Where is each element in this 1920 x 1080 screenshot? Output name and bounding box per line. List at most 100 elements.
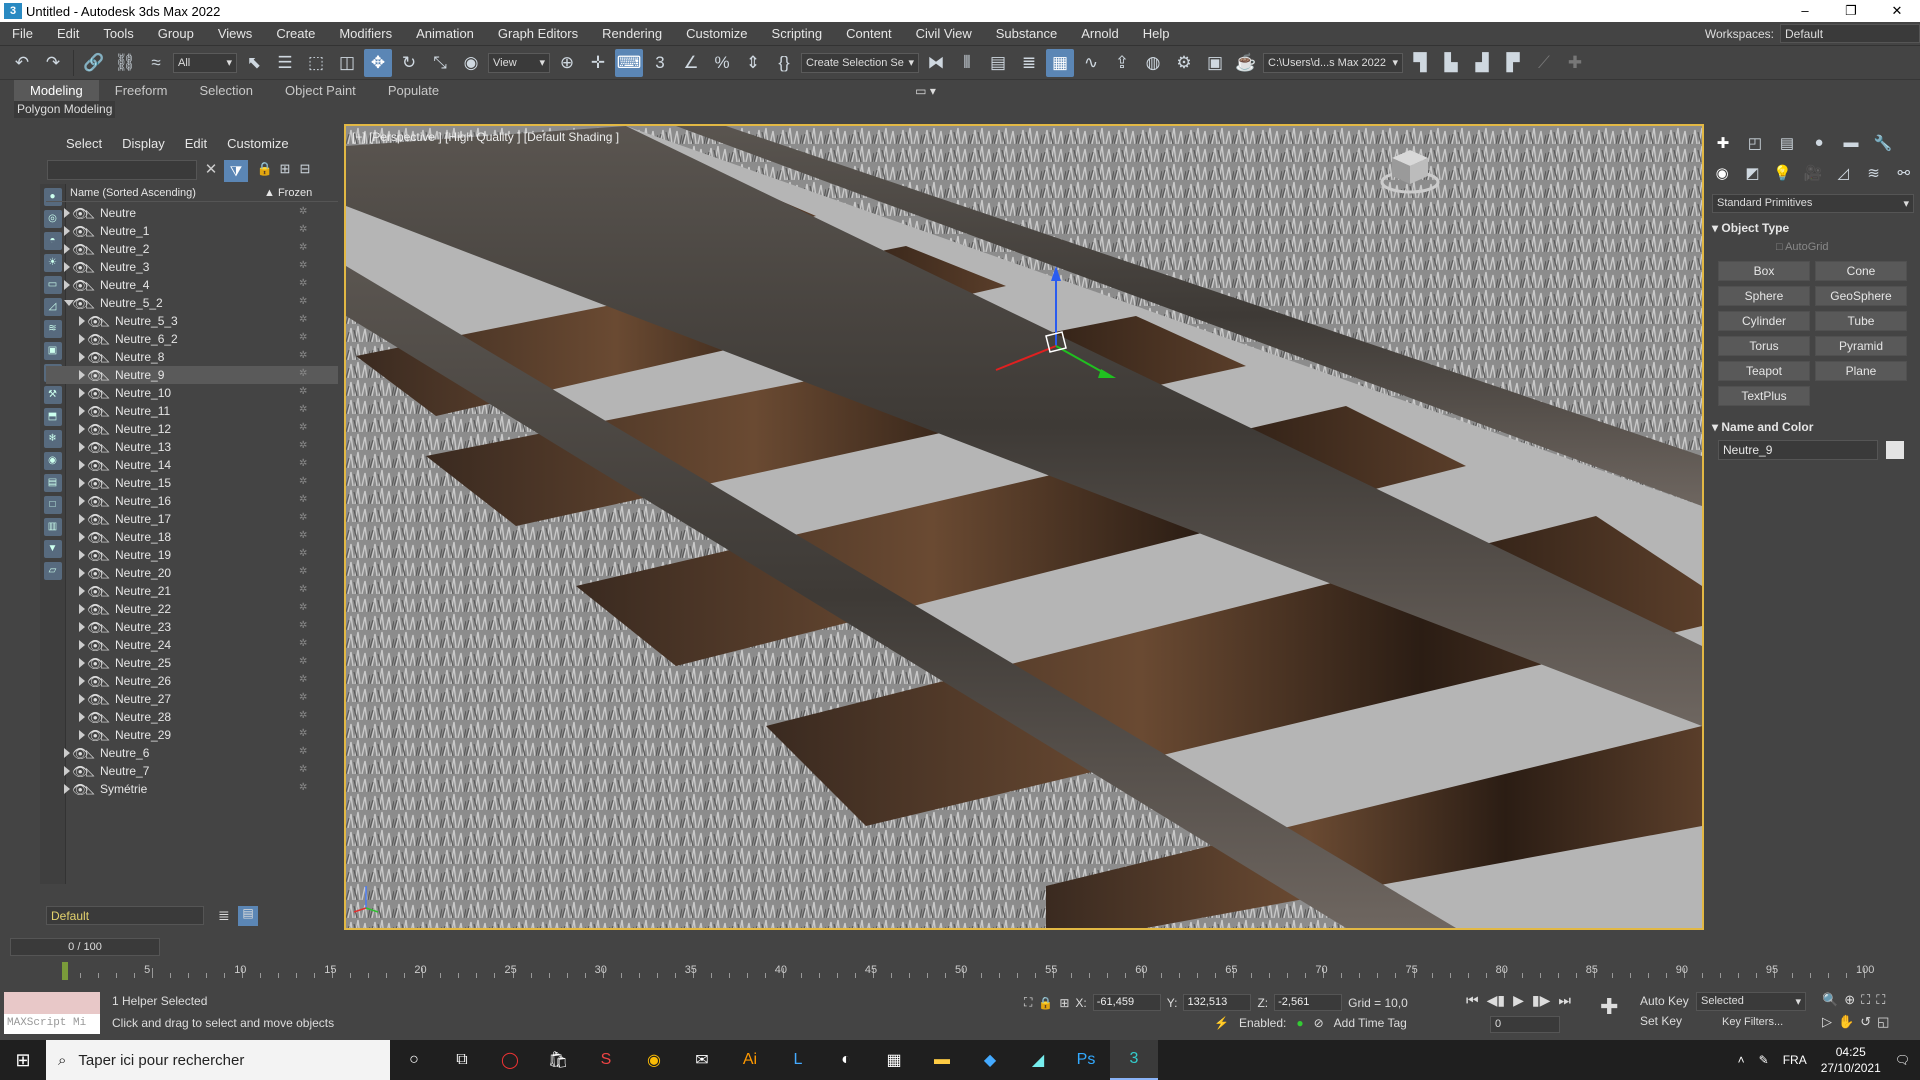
current-frame-marker[interactable] xyxy=(62,962,68,980)
tree-row[interactable]: 👁 ◺ Neutre ✲ xyxy=(46,204,338,222)
freeze-toggle-icon[interactable]: ✲ xyxy=(299,260,307,271)
taskbar-search[interactable]: ⌕ Taper ici pour rechercher xyxy=(46,1040,390,1080)
store-icon[interactable]: 🛍 xyxy=(534,1040,582,1080)
tree-row[interactable]: 👁 ◺ Neutre_22 ✲ xyxy=(46,600,338,618)
tree-row[interactable]: 👁 ◺ Neutre_4 ✲ xyxy=(46,276,338,294)
freeze-toggle-icon[interactable]: ✲ xyxy=(299,296,307,307)
pen-icon[interactable]: ✎ xyxy=(1759,1053,1769,1067)
keyboard-shortcut-override-icon[interactable]: ⌨ xyxy=(615,48,643,77)
tree-row[interactable]: 👁 ◺ Neutre_1 ✲ xyxy=(46,222,338,240)
orbit-icon[interactable]: ↺ xyxy=(1860,1014,1871,1030)
frozen-column-header[interactable]: ▲ Frozen xyxy=(264,187,312,199)
object-type-rollout[interactable]: ▾ Object Type xyxy=(1712,221,1914,235)
tree-row-name[interactable]: Neutre_1 xyxy=(100,224,149,238)
tube-button[interactable]: Tube xyxy=(1815,311,1907,331)
project-folder-dropdown[interactable]: C:\Users\d...s Max 2022 ▾ xyxy=(1263,52,1403,73)
tree-row[interactable]: 👁 ◺ Neutre_21 ✲ xyxy=(46,582,338,600)
expand-arrow-icon[interactable] xyxy=(79,658,85,668)
tree-row[interactable]: 👁 ◺ Neutre_29 ✲ xyxy=(46,726,338,744)
freeze-toggle-icon[interactable]: ✲ xyxy=(299,242,307,253)
maxscript-listener-output[interactable] xyxy=(4,992,100,1014)
clock[interactable]: 04:25 27/10/2021 xyxy=(1821,1044,1881,1076)
play-icon[interactable]: ▶ xyxy=(1513,992,1524,1009)
go-to-start-icon[interactable]: ⏮ xyxy=(1466,992,1479,1009)
app-s-icon[interactable]: S xyxy=(582,1040,630,1080)
freeze-toggle-icon[interactable]: ✲ xyxy=(299,602,307,613)
expand-arrow-icon[interactable] xyxy=(79,586,85,596)
spacewarps-icon[interactable]: ≋ xyxy=(1863,164,1883,186)
current-frame-field[interactable]: 0 xyxy=(1490,1016,1560,1033)
freeze-toggle-icon[interactable]: ✲ xyxy=(299,782,307,793)
expand-arrow-icon[interactable] xyxy=(79,712,85,722)
freeze-toggle-icon[interactable]: ✲ xyxy=(299,746,307,757)
tree-row[interactable]: 👁 ◺ Neutre_9 ✲ xyxy=(46,366,338,384)
freeze-toggle-icon[interactable]: ✲ xyxy=(299,368,307,379)
menu-animation[interactable]: Animation xyxy=(404,26,486,41)
y-coordinate-field[interactable]: 132,513 xyxy=(1183,994,1252,1011)
tree-row-name[interactable]: Symétrie xyxy=(100,782,147,796)
menu-civil-view[interactable]: Civil View xyxy=(904,26,984,41)
tree-row[interactable]: 👁 ◺ Neutre_10 ✲ xyxy=(46,384,338,402)
chrome-icon[interactable]: ◉ xyxy=(630,1040,678,1080)
tree-row-name[interactable]: Neutre_22 xyxy=(115,602,171,616)
freeze-toggle-icon[interactable]: ✲ xyxy=(299,530,307,541)
freeze-toggle-icon[interactable]: ✲ xyxy=(299,764,307,775)
menu-create[interactable]: Create xyxy=(264,26,327,41)
tree-row-name[interactable]: Neutre_5_2 xyxy=(100,296,163,310)
tree-row-name[interactable]: Neutre_9 xyxy=(115,368,164,382)
calculator-icon[interactable]: ▦ xyxy=(870,1040,918,1080)
set-key-button[interactable]: Set Key xyxy=(1640,1014,1689,1028)
brush-disabled-icon[interactable]: ⟋ xyxy=(1530,49,1558,77)
tree-row-name[interactable]: Neutre_19 xyxy=(115,548,171,562)
ribbon-tab-selection[interactable]: Selection xyxy=(184,80,269,101)
tree-row[interactable]: 👁 ◺ Neutre_24 ✲ xyxy=(46,636,338,654)
layer-icon[interactable]: ≣ xyxy=(218,907,230,924)
selection-lock-icon[interactable]: 🔒 xyxy=(1038,996,1053,1010)
scene-tab-customize[interactable]: Customize xyxy=(217,136,298,151)
hierarchy-tab-icon[interactable]: ▤ xyxy=(1776,134,1798,156)
freeze-toggle-icon[interactable]: ✲ xyxy=(299,422,307,433)
tree-row-name[interactable]: Neutre_2 xyxy=(100,242,149,256)
shapes-icon[interactable]: ◩ xyxy=(1742,164,1762,186)
torus-button[interactable]: Torus xyxy=(1718,336,1810,356)
render-setup-icon[interactable]: ⚙ xyxy=(1170,49,1198,77)
scene-tab-edit[interactable]: Edit xyxy=(175,136,217,151)
freeze-toggle-icon[interactable]: ✲ xyxy=(299,620,307,631)
expand-arrow-icon[interactable] xyxy=(79,514,85,524)
pyramid-button[interactable]: Pyramid xyxy=(1815,336,1907,356)
expand-arrow-icon[interactable] xyxy=(64,226,70,236)
tree-row[interactable]: 👁 ◺ Neutre_19 ✲ xyxy=(46,546,338,564)
freeze-toggle-icon[interactable]: ✲ xyxy=(299,566,307,577)
expand-arrow-icon[interactable] xyxy=(64,262,70,272)
freeze-toggle-icon[interactable]: ✲ xyxy=(299,404,307,415)
tree-row[interactable]: 👁 ◺ Neutre_18 ✲ xyxy=(46,528,338,546)
close-button[interactable]: ✕ xyxy=(1874,0,1920,22)
key-selection-dropdown[interactable]: Selected ▾ xyxy=(1696,992,1806,1011)
zoom-icon[interactable]: 🔍 xyxy=(1822,992,1838,1008)
layer-icon[interactable]: ⊟ xyxy=(296,161,314,179)
menu-substance[interactable]: Substance xyxy=(984,26,1069,41)
expand-arrow-icon[interactable] xyxy=(79,460,85,470)
cylinder-button[interactable]: Cylinder xyxy=(1718,311,1810,331)
freeze-toggle-icon[interactable]: ✲ xyxy=(299,386,307,397)
scene-tab-select[interactable]: Select xyxy=(56,136,112,151)
freeze-toggle-icon[interactable]: ✲ xyxy=(299,692,307,703)
unlink-icon[interactable]: ⛓ xyxy=(111,49,139,77)
freeze-toggle-icon[interactable]: ✲ xyxy=(299,548,307,559)
absolute-mode-icon[interactable]: ⊞ xyxy=(1059,996,1069,1010)
clear-search-icon[interactable]: ✕ xyxy=(202,160,220,180)
tree-row-name[interactable]: Neutre_13 xyxy=(115,440,171,454)
expand-arrow-icon[interactable] xyxy=(79,388,85,398)
tree-row[interactable]: 👁 ◺ Neutre_7 ✲ xyxy=(46,762,338,780)
minimize-button[interactable]: – xyxy=(1782,0,1828,22)
perspective-viewport[interactable]: [+] [Perspective ] [High Quality ] [Defa… xyxy=(344,124,1704,930)
tree-row-name[interactable]: Neutre_23 xyxy=(115,620,171,634)
selection-filter-dropdown[interactable]: All ▾ xyxy=(173,52,237,73)
lock-icon[interactable]: 🔒 xyxy=(256,161,274,179)
expand-arrow-icon[interactable] xyxy=(79,406,85,416)
freeze-toggle-icon[interactable]: ✲ xyxy=(299,332,307,343)
tree-row-name[interactable]: Neutre_10 xyxy=(115,386,171,400)
utilities-tab-icon[interactable]: 🔧 xyxy=(1872,134,1894,156)
expand-arrow-icon[interactable] xyxy=(79,424,85,434)
tree-row-name[interactable]: Neutre_6_2 xyxy=(115,332,178,346)
